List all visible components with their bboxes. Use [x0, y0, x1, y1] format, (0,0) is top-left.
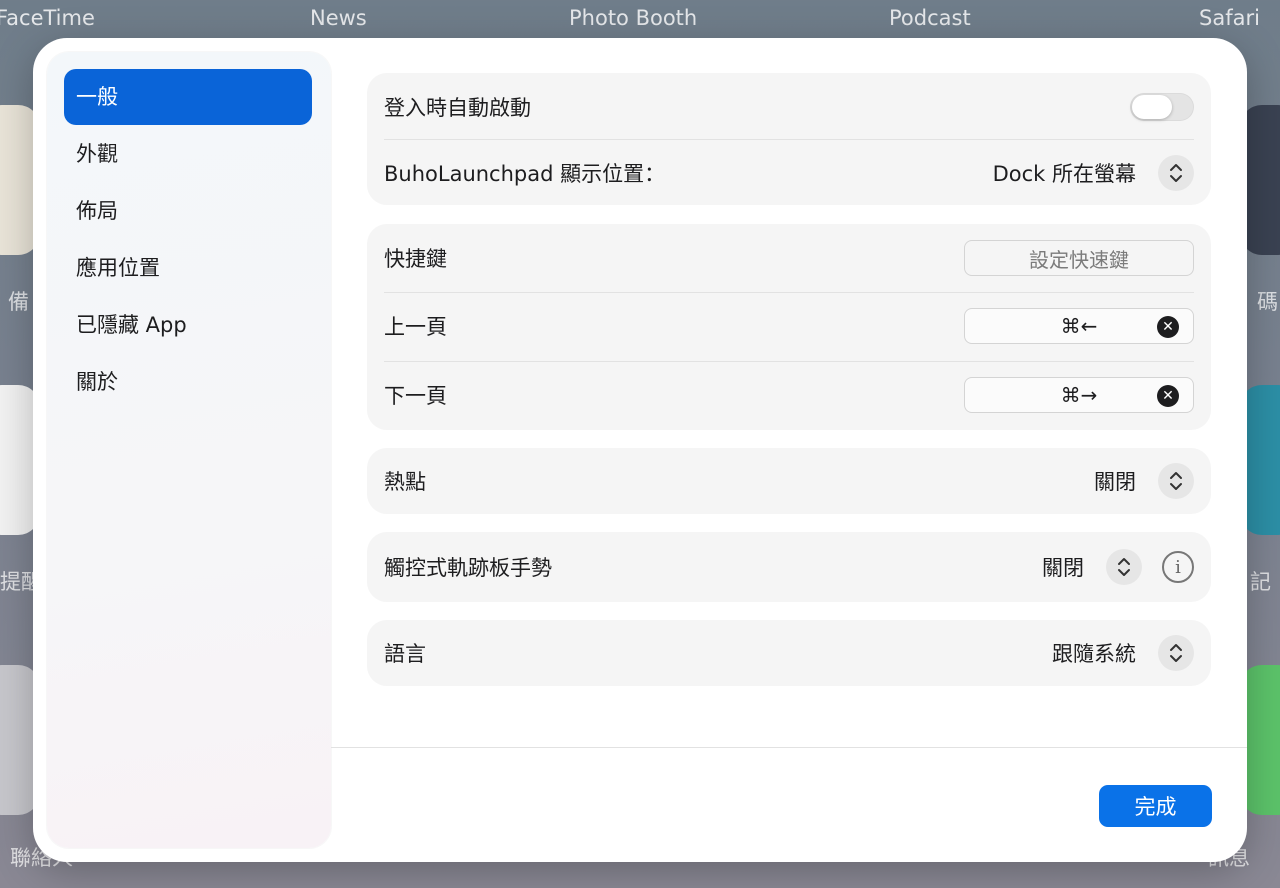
language-popup-button[interactable] — [1158, 635, 1194, 671]
chevron-up-down-icon — [1170, 644, 1182, 662]
app-label-notes: 備 — [8, 290, 29, 314]
sidebar-item-app-location[interactable]: 應用位置 — [64, 240, 312, 296]
hotkey-placeholder: 設定快速鍵 — [1029, 247, 1129, 272]
toggle-knob — [1132, 95, 1172, 119]
app-label-podcast: Podcast — [889, 6, 971, 30]
prev-page-row: 上一頁 ⌘← ✕ — [384, 292, 1194, 360]
app-label-facetime: FaceTime — [0, 6, 95, 30]
display-position-row: BuhoLaunchpad 顯示位置： Dock 所在螢幕 — [384, 139, 1194, 207]
next-page-recorder[interactable]: ⌘→ ✕ — [964, 377, 1194, 413]
next-page-row: 下一頁 ⌘→ ✕ — [384, 361, 1194, 429]
hot-corner-label: 熱點 — [384, 470, 426, 494]
app-label-keychain: 碼 — [1257, 290, 1278, 314]
sidebar-item-layout[interactable]: 佈局 — [64, 183, 312, 239]
language-label: 語言 — [384, 642, 426, 666]
hot-corner-popup-button[interactable] — [1158, 463, 1194, 499]
trackpad-gesture-popup-button[interactable] — [1106, 549, 1142, 585]
sidebar-item-general[interactable]: 一般 — [64, 69, 312, 125]
language-row: 語言 跟隨系統 — [384, 620, 1194, 686]
done-button[interactable]: 完成 — [1099, 785, 1212, 827]
app-label-freeform: 記 — [1250, 570, 1271, 594]
display-position-value[interactable]: Dock 所在螢幕 — [993, 158, 1136, 188]
footer-divider — [331, 747, 1247, 748]
sidebar-item-appearance[interactable]: 外觀 — [64, 126, 312, 182]
sidebar-item-hidden-apps[interactable]: 已隱藏 App — [64, 297, 312, 353]
hot-corner-group: 熱點 關閉 — [367, 448, 1211, 514]
trackpad-gesture-value[interactable]: 關閉 — [1042, 552, 1084, 582]
clear-icon[interactable]: ✕ — [1157, 316, 1179, 338]
launch-at-login-row: 登入時自動啟動 — [384, 73, 1194, 141]
trackpad-group: 觸控式軌跡板手勢 關閉 i — [367, 532, 1211, 602]
chevron-up-down-icon — [1170, 164, 1182, 182]
shortcut-group: 快捷鍵 設定快速鍵 上一頁 ⌘← ✕ 下一頁 ⌘→ ✕ — [367, 224, 1211, 430]
prev-page-recorder[interactable]: ⌘← ✕ — [964, 308, 1194, 344]
settings-dialog: 一般 外觀 佈局 應用位置 已隱藏 App 關於 登入時自動啟動 BuhoLau… — [33, 38, 1247, 862]
display-position-label: BuhoLaunchpad 顯示位置： — [384, 162, 666, 186]
app-label-news: News — [310, 6, 367, 30]
hot-corner-row: 熱點 關閉 — [384, 448, 1194, 514]
launch-at-login-toggle[interactable] — [1130, 93, 1194, 121]
general-group: 登入時自動啟動 BuhoLaunchpad 顯示位置： Dock 所在螢幕 — [367, 73, 1211, 205]
trackpad-gesture-row: 觸控式軌跡板手勢 關閉 i — [384, 532, 1194, 602]
app-label-photo-booth: Photo Booth — [569, 6, 698, 30]
next-page-label: 下一頁 — [384, 384, 447, 408]
next-page-shortcut: ⌘→ — [1060, 383, 1098, 407]
app-label-safari: Safari — [1199, 6, 1260, 30]
hot-corner-value[interactable]: 關閉 — [1094, 466, 1136, 496]
info-icon[interactable]: i — [1162, 551, 1194, 583]
language-group: 語言 跟隨系統 — [367, 620, 1211, 686]
sidebar-item-about[interactable]: 關於 — [64, 354, 312, 410]
chevron-up-down-icon — [1118, 558, 1130, 576]
prev-page-label: 上一頁 — [384, 315, 447, 339]
settings-sidebar: 一般 外觀 佈局 應用位置 已隱藏 App 關於 — [47, 52, 331, 848]
hotkey-row: 快捷鍵 設定快速鍵 — [384, 224, 1194, 292]
hotkey-label: 快捷鍵 — [384, 247, 447, 271]
launch-at-login-label: 登入時自動啟動 — [384, 96, 531, 120]
display-position-popup-button[interactable] — [1158, 155, 1194, 191]
language-value[interactable]: 跟隨系統 — [1052, 638, 1136, 668]
clear-icon[interactable]: ✕ — [1157, 385, 1179, 407]
prev-page-shortcut: ⌘← — [1060, 314, 1098, 338]
chevron-up-down-icon — [1170, 472, 1182, 490]
trackpad-gesture-label: 觸控式軌跡板手勢 — [384, 556, 552, 580]
hotkey-recorder[interactable]: 設定快速鍵 — [964, 240, 1194, 276]
